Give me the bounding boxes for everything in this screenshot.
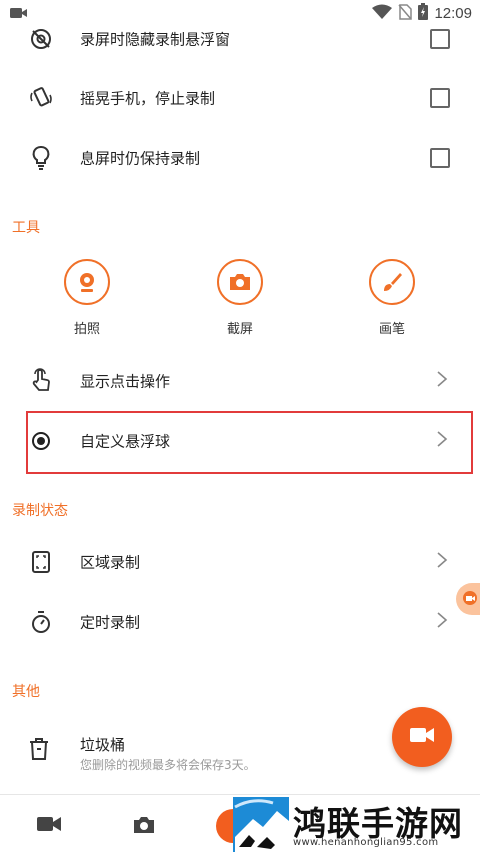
timer-icon bbox=[28, 609, 54, 635]
watermark: 鸿联手游网 www.henanhonglian95.com bbox=[233, 795, 480, 854]
trash-description: 您删除的视频最多将会保存3天。 bbox=[80, 758, 256, 772]
tool-brush[interactable]: 画笔 bbox=[347, 259, 437, 337]
setting-checkbox[interactable] bbox=[430, 88, 450, 108]
chevron-right-icon bbox=[436, 611, 448, 633]
tool-label: 画笔 bbox=[378, 322, 405, 337]
setting-checkbox[interactable] bbox=[430, 148, 450, 168]
brush-icon bbox=[369, 259, 415, 305]
row-label: 显示点击操作 bbox=[80, 372, 171, 391]
watermark-url: www.henanhonglian95.com bbox=[293, 837, 439, 848]
tool-label: 拍照 bbox=[73, 322, 100, 337]
trash-icon bbox=[28, 737, 50, 765]
camera-tab-icon[interactable] bbox=[132, 814, 156, 840]
video-camera-icon bbox=[462, 590, 478, 609]
row-area-record[interactable]: 区域录制 bbox=[0, 532, 480, 592]
shake-phone-icon bbox=[28, 85, 54, 111]
setting-checkbox[interactable] bbox=[430, 29, 450, 49]
section-title-record-status: 录制状态 bbox=[12, 503, 68, 519]
highlight-box bbox=[26, 411, 473, 474]
record-fab[interactable] bbox=[392, 707, 452, 767]
lightbulb-icon bbox=[28, 145, 54, 171]
eye-off-icon bbox=[28, 26, 54, 52]
row-timer-record[interactable]: 定时录制 bbox=[0, 592, 480, 652]
row-label: 定时录制 bbox=[80, 613, 141, 632]
tool-screenshot[interactable]: 截屏 bbox=[195, 259, 285, 337]
tap-hand-icon bbox=[28, 368, 54, 394]
setting-label: 息屏时仍保持录制 bbox=[80, 149, 201, 168]
floating-ball-tab[interactable] bbox=[456, 583, 480, 615]
tool-photo[interactable]: 拍照 bbox=[42, 259, 132, 337]
row-label: 区域录制 bbox=[80, 553, 141, 572]
chevron-right-icon bbox=[436, 551, 448, 573]
camera-icon bbox=[217, 259, 263, 305]
section-title-other: 其他 bbox=[12, 684, 40, 700]
setting-keep-recording-screen-off[interactable]: 息屏时仍保持录制 bbox=[0, 128, 480, 188]
video-camera-icon bbox=[409, 725, 435, 749]
video-tab-icon[interactable] bbox=[36, 814, 62, 838]
area-select-icon bbox=[28, 549, 54, 575]
watermark-logo-icon bbox=[233, 797, 289, 852]
section-title-tools: 工具 bbox=[12, 220, 40, 236]
trash-label: 垃圾桶 bbox=[80, 736, 126, 754]
setting-label: 录屏时隐藏录制悬浮窗 bbox=[80, 30, 231, 49]
webcam-icon bbox=[64, 259, 110, 305]
row-show-touches[interactable]: 显示点击操作 bbox=[0, 351, 480, 411]
setting-label: 摇晃手机，停止录制 bbox=[80, 89, 216, 108]
setting-hide-floating-window[interactable]: 录屏时隐藏录制悬浮窗 bbox=[0, 9, 480, 69]
tool-label: 截屏 bbox=[226, 322, 253, 337]
setting-shake-stop[interactable]: 摇晃手机，停止录制 bbox=[0, 68, 480, 128]
chevron-right-icon bbox=[436, 370, 448, 392]
